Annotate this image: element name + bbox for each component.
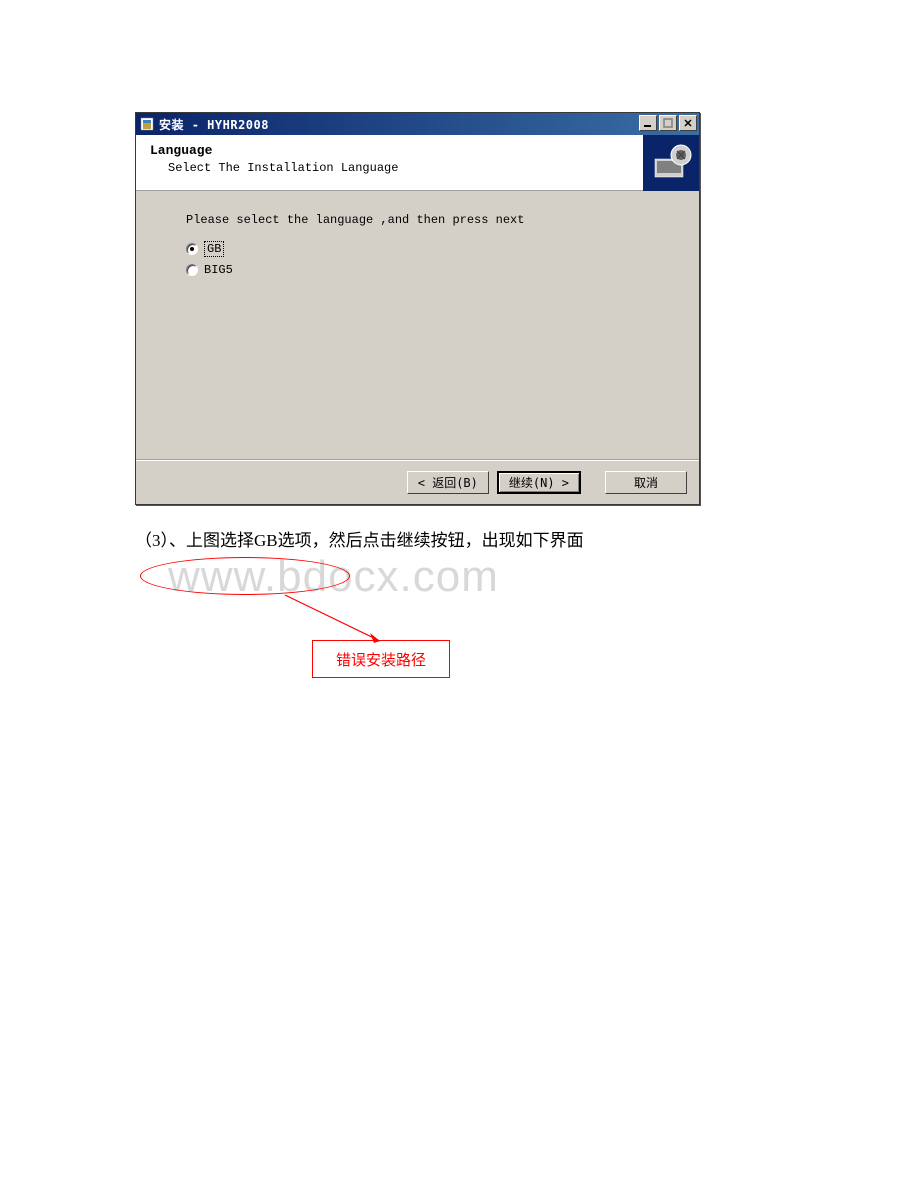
- close-button[interactable]: [679, 115, 697, 131]
- header-title: Language: [150, 143, 685, 158]
- annotation-label: 错误安装路径: [336, 649, 426, 670]
- back-button[interactable]: < 返回(B): [407, 471, 489, 494]
- radio-option-big5[interactable]: BIG5: [186, 263, 649, 277]
- radio-label: GB: [204, 241, 224, 257]
- window-controls: [639, 115, 697, 131]
- installer-dialog: 安装 - HYHR2008 Language Select The Instal…: [135, 112, 700, 505]
- wizard-footer: < 返回(B) 继续(N) > 取消: [136, 460, 699, 504]
- cancel-button[interactable]: 取消: [605, 471, 687, 494]
- radio-option-gb[interactable]: GB: [186, 241, 649, 257]
- radio-dot-icon: [186, 264, 198, 276]
- radio-label: BIG5: [204, 263, 233, 277]
- wizard-header: Language Select The Installation Languag…: [136, 135, 699, 191]
- step-caption: （3）、上图选择GB选项，然后点击继续按钮，出现如下界面: [135, 526, 584, 551]
- annotation-ellipse: [140, 557, 350, 595]
- radio-dot-icon: [186, 243, 198, 255]
- app-icon: [139, 116, 155, 132]
- installer-icon: [643, 135, 699, 191]
- wizard-content: Please select the language ,and then pre…: [136, 191, 699, 305]
- next-button[interactable]: 继续(N) >: [497, 471, 581, 494]
- maximize-button[interactable]: [659, 115, 677, 131]
- header-subtitle: Select The Installation Language: [168, 161, 685, 175]
- annotation-box: 错误安装路径: [312, 640, 450, 678]
- minimize-button[interactable]: [639, 115, 657, 131]
- window-title: 安装 - HYHR2008: [159, 116, 269, 133]
- titlebar[interactable]: 安装 - HYHR2008: [136, 113, 699, 135]
- instruction-text: Please select the language ,and then pre…: [186, 213, 649, 227]
